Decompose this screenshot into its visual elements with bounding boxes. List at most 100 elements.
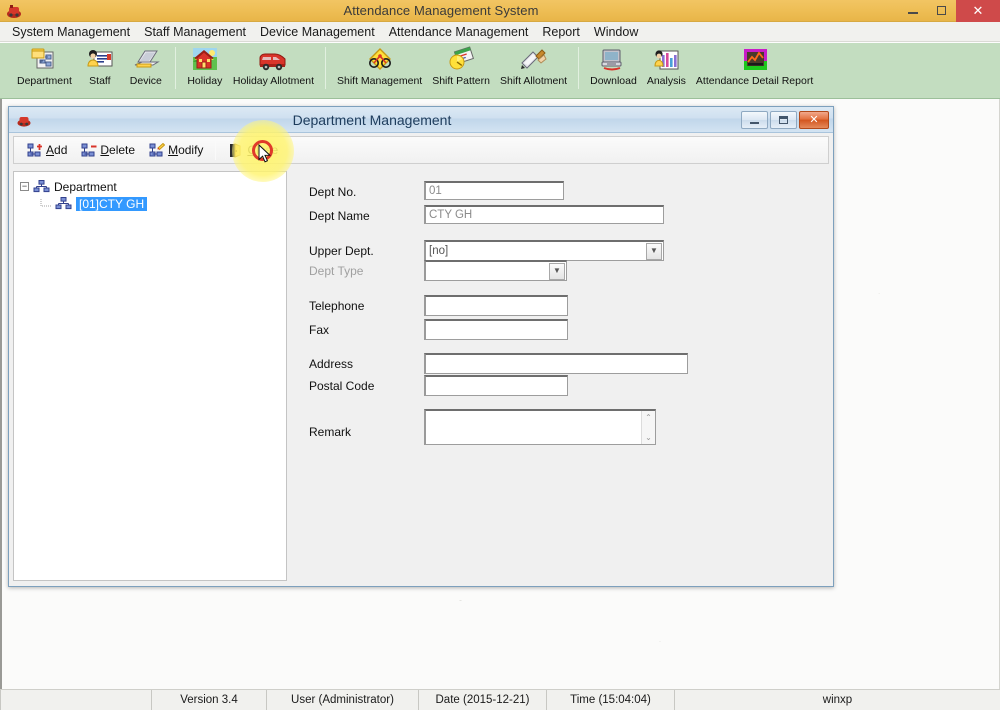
- status-time: Time (15:04:04): [547, 690, 675, 710]
- tree-node-department-root[interactable]: − Department: [20, 178, 286, 195]
- department-management-window: Department Management ✕ Add Delete Modif…: [8, 106, 834, 587]
- department-icon: [29, 46, 59, 74]
- maximize-icon: [937, 6, 946, 15]
- tree-elbow-icon: [40, 199, 53, 208]
- dialog-maximize-icon: [779, 115, 788, 124]
- close-button[interactable]: ✕: [956, 0, 1000, 22]
- dialog-minimize-icon: [750, 121, 759, 124]
- delete-button[interactable]: Delete: [74, 139, 142, 161]
- address-label: Address: [309, 357, 354, 371]
- modify-department-icon: [149, 142, 166, 158]
- department-node-icon: [55, 196, 72, 211]
- status-host: winxp: [822, 694, 853, 706]
- menu-item-staff-management[interactable]: Staff Management: [137, 23, 253, 41]
- mdi-client-area: Department Management ✕ Add Delete Modif…: [0, 99, 1000, 689]
- tree-node-cty-gh-label: [01]CTY GH: [76, 196, 148, 211]
- postal-code-input[interactable]: [424, 375, 568, 396]
- toolbar-button-staff[interactable]: Staff: [77, 43, 123, 93]
- telephone-input[interactable]: [424, 295, 568, 316]
- telephone-label: Telephone: [309, 299, 365, 313]
- add-button-label: Add: [46, 143, 68, 157]
- menu-item-device-management[interactable]: Device Management: [253, 23, 382, 41]
- dept-type-select[interactable]: ▼: [424, 260, 567, 281]
- toolbar-separator-2: [324, 47, 326, 89]
- toolbar-label-device: Device: [129, 75, 162, 87]
- dialog-close-button[interactable]: ✕: [799, 110, 829, 129]
- address-input[interactable]: [424, 353, 688, 374]
- delete-button-label: Delete: [100, 143, 136, 157]
- dialog-title: Department Management: [292, 111, 452, 128]
- toolbar-button-shift-allotment[interactable]: Shift Allotment: [495, 43, 572, 93]
- tree-node-department-root-label: Department: [54, 179, 117, 194]
- toolbar-button-shift-pattern[interactable]: Shift Pattern: [427, 43, 495, 93]
- toolbar-button-shift-management[interactable]: Shift Management: [332, 43, 427, 93]
- menu-item-report[interactable]: Report: [535, 23, 587, 41]
- add-department-icon: [27, 143, 43, 158]
- dialog-window-controls: ✕: [741, 110, 833, 129]
- dept-no-input[interactable]: [424, 181, 564, 200]
- toolbar-separator-1: [174, 47, 176, 89]
- dialog-maximize-button[interactable]: [770, 110, 797, 129]
- expander-icon[interactable]: −: [20, 182, 29, 191]
- close-button-label: Close: [247, 143, 279, 157]
- menu-item-window[interactable]: Window: [587, 23, 645, 41]
- status-user: User (Administrator): [267, 690, 419, 710]
- maximize-button[interactable]: [927, 0, 956, 22]
- dialog-toolbar-separator: [215, 140, 217, 160]
- department-tree[interactable]: − Department [01]CTY GH: [13, 171, 287, 581]
- window-controls: ✕: [898, 0, 1000, 22]
- remark-text[interactable]: [426, 411, 641, 444]
- statusbar: Version 3.4 User (Administrator) Date (2…: [0, 689, 1000, 710]
- toolbar-label-staff: Staff: [89, 75, 111, 87]
- dialog-titlebar: Department Management ✕: [9, 107, 833, 133]
- chevron-down-icon[interactable]: ▼: [549, 262, 565, 280]
- menu-item-attendance-management[interactable]: Attendance Management: [382, 23, 536, 41]
- add-button[interactable]: Add: [20, 139, 74, 161]
- analysis-icon: [651, 46, 681, 74]
- toolbar-button-download[interactable]: Download: [585, 43, 642, 93]
- close-door-icon: [228, 142, 244, 158]
- toolbar-label-analysis: Analysis: [646, 75, 686, 87]
- toolbar-button-holiday[interactable]: Holiday: [182, 43, 228, 93]
- chevron-down-icon[interactable]: ▼: [646, 242, 662, 260]
- menu-item-system-management[interactable]: System Management: [5, 23, 137, 41]
- upper-dept-select[interactable]: [no] ▼: [424, 240, 664, 261]
- device-icon: [131, 46, 161, 74]
- toolbar-label-download: Download: [590, 75, 637, 87]
- dialog-body: − Department [01]CTY GH Dept No. 01 Dept…: [13, 171, 829, 581]
- toolbar-label-holiday-allotment: Holiday Allotment: [232, 75, 314, 87]
- attendance-detail-report-icon: [740, 46, 770, 74]
- remark-scrollbar[interactable]: ⌃ ⌄: [641, 411, 655, 444]
- department-node-icon: [33, 179, 50, 194]
- dialog-minimize-button[interactable]: [741, 110, 768, 129]
- modify-button[interactable]: Modify: [142, 139, 210, 161]
- holiday-allotment-van-icon: [258, 46, 288, 74]
- dept-name-input[interactable]: [424, 205, 664, 224]
- shift-management-icon: [365, 46, 395, 74]
- dept-type-label: Dept Type: [309, 264, 364, 278]
- application-window: Attendance Management System ✕ System Ma…: [0, 0, 1000, 710]
- fax-label: Fax: [309, 323, 330, 337]
- menubar: System Management Staff Management Devic…: [0, 22, 1000, 42]
- toolbar-label-shift-pattern: Shift Pattern: [432, 75, 490, 87]
- shift-allotment-icon: [519, 46, 549, 74]
- toolbar-button-holiday-allotment[interactable]: Holiday Allotment: [228, 43, 319, 93]
- toolbar-label-attendance-detail-report: Attendance Detail Report: [695, 75, 814, 87]
- minimize-icon: [907, 12, 918, 14]
- fax-input[interactable]: [424, 319, 568, 340]
- minimize-button[interactable]: [898, 0, 927, 22]
- remark-textarea[interactable]: ⌃ ⌄: [424, 409, 656, 445]
- toolbar-button-department[interactable]: Department: [12, 43, 77, 93]
- toolbar-button-device[interactable]: Device: [123, 43, 169, 93]
- toolbar-button-analysis[interactable]: Analysis: [642, 43, 691, 93]
- scroll-up-icon[interactable]: ⌃: [645, 413, 652, 422]
- toolbar-label-department: Department: [17, 75, 72, 87]
- scroll-down-icon[interactable]: ⌄: [645, 433, 652, 442]
- toolbar-button-attendance-detail-report[interactable]: Attendance Detail Report: [691, 43, 818, 93]
- close-button[interactable]: Close: [221, 139, 285, 161]
- app-icon: [4, 2, 24, 20]
- status-date: Date (2015-12-21): [419, 690, 547, 710]
- tree-node-cty-gh[interactable]: [01]CTY GH: [20, 195, 286, 212]
- upper-dept-value: [no]: [429, 245, 449, 257]
- toolbar-separator-3: [578, 47, 580, 89]
